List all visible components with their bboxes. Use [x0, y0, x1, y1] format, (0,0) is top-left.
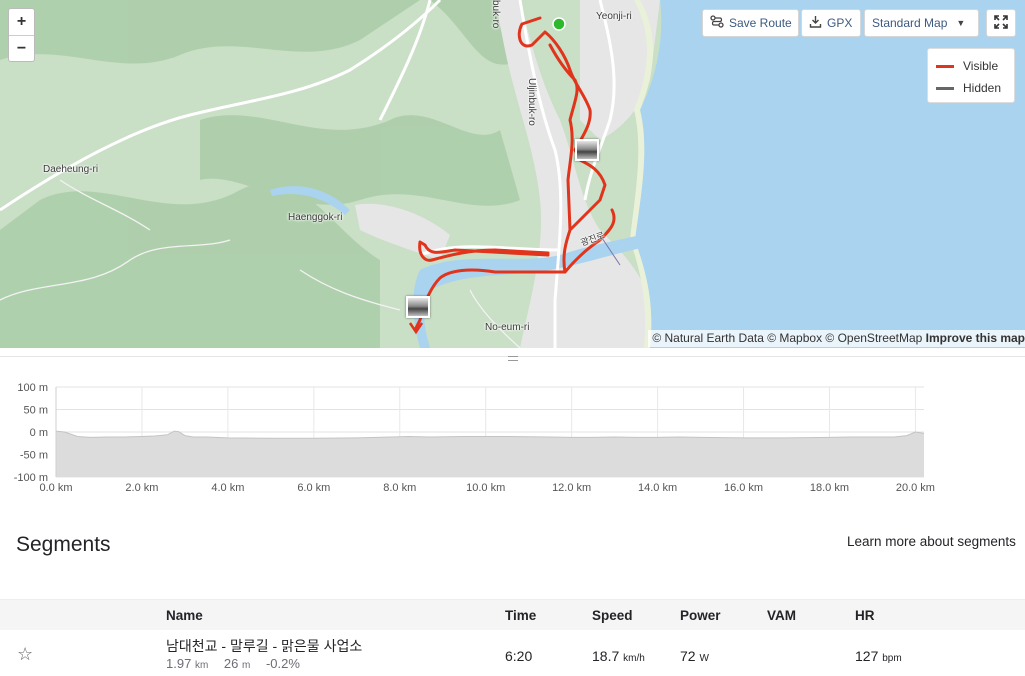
elevation-chart[interactable]: 100 m 50 m0 m -50 m -100 m 0.0 km 2.0 km 4.0 k… — [0, 372, 1025, 502]
x-tick-label: 8.0 km — [383, 482, 416, 494]
segment-time: 6:20 — [505, 648, 533, 664]
table-row[interactable]: ☆ 남대천교 - 말루길 - 맑은물 사업소 1.97 km 26 m -0.2… — [0, 630, 1025, 676]
attribution-sources[interactable]: © Natural Earth Data © Mapbox © OpenStre… — [652, 331, 922, 345]
route-legend: Visible Hidden — [927, 48, 1015, 103]
map-attribution: © Natural Earth Data © Mapbox © OpenStre… — [648, 330, 1025, 347]
header-hr[interactable]: HR — [855, 608, 875, 623]
segment-hr-unit: bpm — [882, 653, 902, 664]
header-name[interactable]: Name — [166, 608, 203, 623]
x-tick-label: 14.0 km — [638, 482, 677, 494]
legend-hidden[interactable]: Hidden — [936, 77, 1014, 99]
label-haenggok: Haenggok-ri — [288, 212, 343, 223]
gpx-label: GPX — [827, 16, 853, 30]
segment-speed: 18.7 km/h — [592, 648, 645, 664]
zoom-out-button[interactable]: − — [9, 35, 34, 61]
star-icon[interactable]: ☆ — [17, 644, 33, 665]
header-time[interactable]: Time — [505, 608, 536, 623]
segments-title: Segments — [16, 533, 111, 556]
learn-more-segments-link[interactable]: Learn more about segments — [847, 534, 1016, 549]
map-tiles — [0, 0, 1025, 348]
save-route-button[interactable]: Save Route — [702, 9, 799, 37]
map-style-label: Standard Map — [872, 16, 948, 30]
segment-power-value: 72 — [680, 648, 696, 664]
map-style-dropdown[interactable]: Standard Map ▼ — [864, 9, 979, 37]
x-tick-label: 12.0 km — [552, 482, 591, 494]
save-route-label: Save Route — [729, 16, 792, 30]
route-map[interactable]: Yeonji-ri Uljinbuk-ro buk-ro Daeheung-ri… — [0, 0, 1025, 348]
label-uljinbuk-top: buk-ro — [490, 0, 501, 29]
x-tick-label: 16.0 km — [724, 482, 763, 494]
y-tick-label: -50 m — [20, 450, 48, 462]
segments-table: Name Time Speed Power VAM HR ☆ 남대천교 - 말루… — [0, 599, 1025, 676]
download-icon — [809, 15, 822, 31]
segment-speed-unit: km/h — [623, 653, 645, 664]
legend-visible-swatch — [936, 64, 954, 68]
fullscreen-icon — [993, 14, 1009, 33]
zoom-in-button[interactable]: + — [9, 9, 34, 35]
legend-hidden-swatch — [936, 86, 954, 90]
header-power[interactable]: Power — [680, 608, 721, 623]
photo-marker[interactable] — [575, 139, 599, 161]
segment-power-unit: W — [699, 653, 709, 664]
route-icon — [710, 15, 724, 31]
caret-down-icon: ▼ — [956, 18, 966, 28]
resize-handle[interactable] — [0, 348, 1025, 361]
zoom-control: + − — [8, 8, 35, 62]
x-tick-label: 10.0 km — [466, 482, 505, 494]
drag-handle-icon — [507, 356, 518, 361]
x-tick-label: 0.0 km — [39, 482, 72, 494]
elevation-chart-svg: 100 m50 m0 m-50 m-100 m0.0 km 2.0 km 4.0 k… — [14, 382, 935, 494]
segments-table-header: Name Time Speed Power VAM HR — [0, 599, 1025, 630]
label-uljinbuk: Uljinbuk-ro — [526, 78, 537, 126]
segment-grade: -0.2% — [265, 656, 300, 671]
x-tick-label: 20.0 km — [896, 482, 935, 494]
legend-hidden-label: Hidden — [963, 81, 1002, 95]
x-tick-label: 2.0 km — [125, 482, 158, 494]
y-tick-label: 100 m — [17, 382, 48, 394]
segment-hr-value: 127 — [855, 648, 879, 664]
legend-visible[interactable]: Visible — [936, 55, 1014, 77]
header-speed[interactable]: Speed — [592, 608, 633, 623]
gpx-button[interactable]: GPX — [801, 9, 861, 37]
photo-marker[interactable] — [406, 296, 430, 318]
segment-power: 72 W — [680, 648, 709, 664]
segment-elev-unit: m — [242, 660, 251, 671]
header-vam[interactable]: VAM — [767, 608, 796, 623]
y-tick-label: 50 m — [24, 405, 48, 417]
label-noeum: No-eum-ri — [485, 322, 530, 333]
label-yeonji: Yeonji-ri — [596, 11, 632, 22]
start-marker — [552, 17, 566, 31]
x-tick-label: 18.0 km — [810, 482, 849, 494]
segment-hr: 127 bpm — [855, 648, 902, 664]
segment-speed-value: 18.7 — [592, 648, 620, 664]
segment-distance-unit: km — [194, 660, 209, 671]
label-daeheung: Daeheung-ri — [43, 164, 99, 175]
legend-visible-label: Visible — [963, 59, 999, 73]
segment-distance: 1.97 — [166, 656, 192, 671]
x-tick-label: 6.0 km — [297, 482, 330, 494]
segment-stats: 1.97 km 26 m -0.2% — [166, 656, 300, 671]
x-tick-label: 4.0 km — [211, 482, 244, 494]
segment-name-link[interactable]: 남대천교 - 말루길 - 맑은물 사업소 — [166, 636, 362, 656]
y-tick-label: 0 m — [30, 427, 48, 439]
segment-elev-gain: 26 — [223, 656, 239, 671]
improve-map-link[interactable]: Improve this map — [926, 331, 1025, 345]
fullscreen-button[interactable] — [986, 9, 1016, 37]
